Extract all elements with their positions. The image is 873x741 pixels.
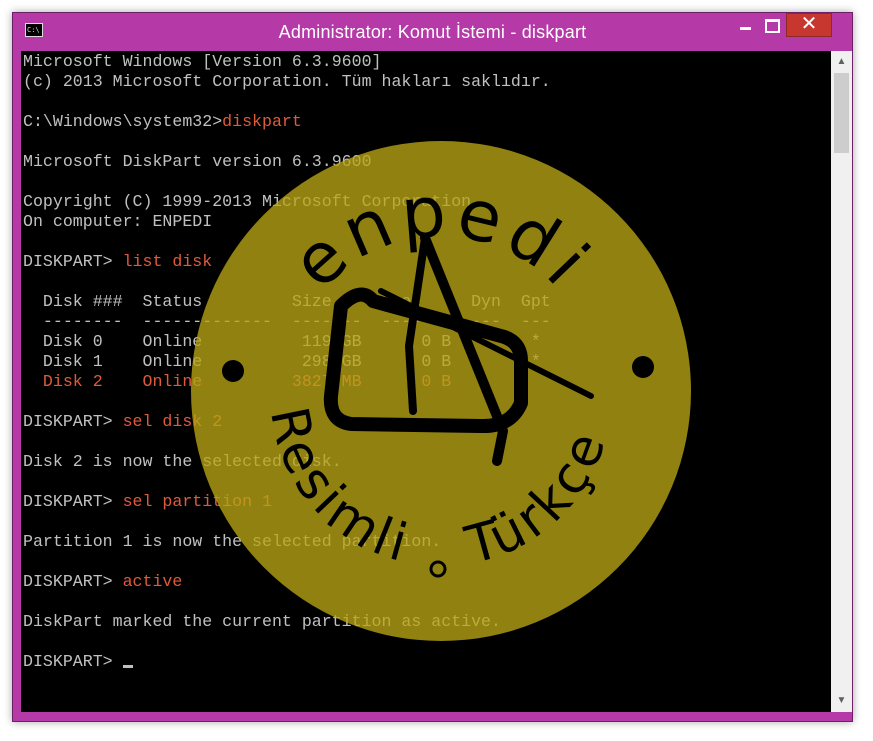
vertical-scrollbar[interactable]: ▲ ▼ bbox=[831, 51, 852, 712]
console-window: C:\ Administrator: Komut İstemi - diskpa… bbox=[12, 12, 853, 722]
scroll-thumb[interactable] bbox=[834, 73, 849, 153]
selected-disk-row: Disk 2 Online 3827 MB 0 B bbox=[23, 372, 452, 391]
output-text: Disk 1 Online 298 GB 0 B * bbox=[23, 352, 541, 371]
console-line: Disk 0 Online 119 GB 0 B * bbox=[23, 332, 551, 352]
console-line: DISKPART> bbox=[23, 652, 551, 672]
output-text: Copyright (C) 1999-2013 Microsoft Corpor… bbox=[23, 192, 482, 211]
console-line: -------- ------------- ------- ------- -… bbox=[23, 312, 551, 332]
console-line: DISKPART> list disk bbox=[23, 252, 551, 272]
console-line: DISKPART> sel partition 1 bbox=[23, 492, 551, 512]
console-line: Disk 2 is now the selected disk. bbox=[23, 452, 551, 472]
prompt-text: DISKPART> bbox=[23, 412, 123, 431]
console-line: Microsoft DiskPart version 6.3.9600 bbox=[23, 152, 551, 172]
console-line: DISKPART> sel disk 2 bbox=[23, 412, 551, 432]
close-icon: ✕ bbox=[800, 13, 818, 35]
output-text: DiskPart marked the current partition as… bbox=[23, 612, 501, 631]
output-text: -------- ------------- ------- ------- -… bbox=[23, 312, 551, 331]
command-text: sel partition 1 bbox=[122, 492, 272, 511]
console-line: On computer: ENPEDI bbox=[23, 212, 551, 232]
command-text: diskpart bbox=[222, 112, 302, 131]
output-text: Partition 1 is now the selected partitio… bbox=[23, 532, 442, 551]
output-text: Disk ### Status Size Free Dyn Gpt bbox=[23, 292, 551, 311]
output-text: On computer: ENPEDI bbox=[23, 212, 213, 231]
command-text: list disk bbox=[122, 252, 213, 271]
output-text: Microsoft DiskPart version 6.3.9600 bbox=[23, 152, 372, 171]
console-line: Copyright (C) 1999-2013 Microsoft Corpor… bbox=[23, 192, 551, 212]
console-line: Disk 1 Online 298 GB 0 B * bbox=[23, 352, 551, 372]
console-line: Disk ### Status Size Free Dyn Gpt bbox=[23, 292, 551, 312]
scroll-up-icon[interactable]: ▲ bbox=[831, 53, 852, 71]
window-title: Administrator: Komut İstemi - diskpart bbox=[278, 22, 587, 42]
console-line: Microsoft Windows [Version 6.3.9600] bbox=[23, 52, 551, 72]
console-line: (c) 2013 Microsoft Corporation. Tüm hakl… bbox=[23, 72, 551, 92]
prompt-text: DISKPART> bbox=[23, 572, 123, 591]
prompt-text: C:\Windows\system32> bbox=[23, 112, 223, 131]
prompt-text: DISKPART> bbox=[23, 652, 123, 671]
prompt-text: DISKPART> bbox=[23, 492, 123, 511]
console-output[interactable]: Microsoft Windows [Version 6.3.9600] (c) … bbox=[21, 51, 831, 712]
output-text: Microsoft Windows [Version 6.3.9600] bbox=[23, 52, 382, 71]
prompt-text: DISKPART> bbox=[23, 252, 123, 271]
console-line: C:\Windows\system32>diskpart bbox=[23, 112, 551, 132]
maximize-icon bbox=[764, 19, 780, 33]
output-text: Disk 0 Online 119 GB 0 B * bbox=[23, 332, 541, 351]
maximize-button[interactable] bbox=[758, 13, 786, 37]
command-text: sel disk 2 bbox=[122, 412, 223, 431]
scroll-down-icon[interactable]: ▼ bbox=[831, 692, 852, 710]
title-bar[interactable]: C:\ Administrator: Komut İstemi - diskpa… bbox=[13, 13, 852, 51]
close-button[interactable]: ✕ bbox=[786, 13, 832, 37]
console-lines: Microsoft Windows [Version 6.3.9600] (c) … bbox=[23, 52, 551, 672]
console-line: DiskPart marked the current partition as… bbox=[23, 612, 551, 632]
output-text: Disk 2 is now the selected disk. bbox=[23, 452, 342, 471]
console-line: Partition 1 is now the selected partitio… bbox=[23, 532, 551, 552]
text-cursor bbox=[122, 665, 133, 668]
minimize-icon bbox=[739, 27, 751, 30]
console-line: DISKPART> active bbox=[23, 572, 551, 592]
command-text: active bbox=[122, 572, 183, 591]
output-text: (c) 2013 Microsoft Corporation. Tüm hakl… bbox=[23, 72, 551, 91]
console-line: Disk 2 Online 3827 MB 0 B bbox=[23, 372, 551, 392]
minimize-button[interactable] bbox=[731, 13, 759, 37]
